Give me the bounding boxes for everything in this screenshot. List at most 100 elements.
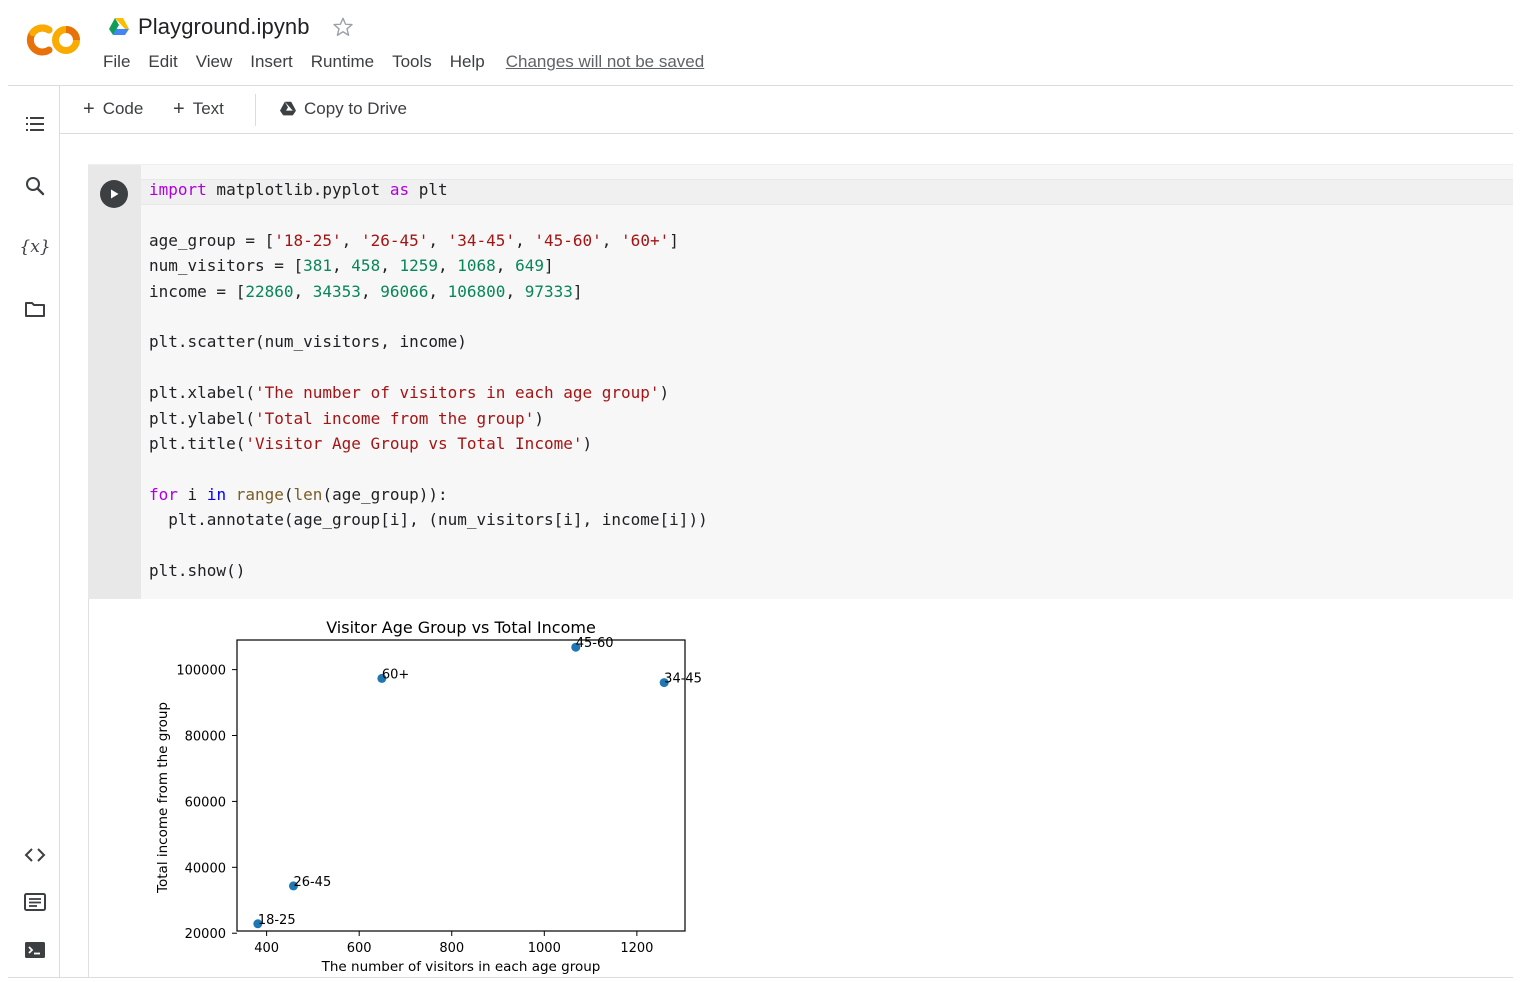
menu-help[interactable]: Help xyxy=(450,52,485,72)
code-line[interactable]: import matplotlib.pyplot as plt xyxy=(149,179,448,201)
code-token: plt.xlabel( xyxy=(149,383,255,403)
x-tick-label: 1000 xyxy=(528,941,561,956)
header: Playground.ipynb File Edit View Insert R… xyxy=(0,0,1520,86)
table-of-contents-icon[interactable] xyxy=(20,109,50,139)
code-token: 96066 xyxy=(380,281,429,301)
code-token: ] xyxy=(572,281,583,301)
code-token: '45-60' xyxy=(534,230,602,250)
menu-view[interactable]: View xyxy=(196,52,233,72)
code-line[interactable]: plt.show() xyxy=(149,560,245,582)
code-token: len xyxy=(293,484,323,504)
code-token: plt xyxy=(409,180,448,199)
code-token: , xyxy=(360,281,381,301)
star-outline-icon[interactable] xyxy=(332,16,354,38)
code-token: 34353 xyxy=(312,281,361,301)
cell-output: Visitor Age Group vs Total Income 400 600 8… xyxy=(88,599,1513,977)
point-annotation: 18-25 xyxy=(258,913,296,928)
add-text-cell-button[interactable]: + Text xyxy=(173,96,224,122)
point-annotation: 26-45 xyxy=(293,875,331,890)
menu-file[interactable]: File xyxy=(103,52,130,72)
code-token: range xyxy=(235,484,284,504)
code-token: 106800 xyxy=(447,281,506,301)
code-snippets-icon[interactable] xyxy=(20,840,50,870)
code-line[interactable]: plt.title('Visitor Age Group vs Total In… xyxy=(149,433,592,455)
code-line[interactable]: plt.xlabel('The number of visitors in ea… xyxy=(149,382,669,404)
code-token: 'The number of visitors in each age grou… xyxy=(254,383,660,403)
code-token: 1259 xyxy=(399,256,438,276)
doc-title-row: Playground.ipynb xyxy=(108,12,354,42)
code-token: plt.title( xyxy=(149,434,246,453)
code-token: as xyxy=(389,180,410,199)
y-axis-label: Total income from the group xyxy=(155,702,171,894)
cell-gutter xyxy=(88,165,141,600)
code-token: income = [ xyxy=(149,281,246,301)
variables-icon[interactable]: {x} xyxy=(19,232,50,262)
code-token: , xyxy=(601,230,622,250)
x-tick-label: 400 xyxy=(254,941,279,956)
point-annotation: 60+ xyxy=(382,667,409,682)
code-token: , xyxy=(515,230,535,250)
code-token: ( xyxy=(283,484,294,504)
y-tick-label: 80000 xyxy=(185,730,226,745)
terminal-icon[interactable] xyxy=(20,935,50,965)
code-token: , xyxy=(428,281,448,301)
code-line[interactable]: income = [22860, 34353, 96066, 106800, 9… xyxy=(149,281,583,303)
code-token: i xyxy=(177,484,207,504)
menu-insert[interactable]: Insert xyxy=(250,52,293,72)
colab-logo[interactable] xyxy=(22,18,86,62)
code-token: plt.show() xyxy=(149,561,246,580)
code-token: ) xyxy=(582,434,593,453)
files-icon[interactable] xyxy=(20,294,50,324)
code-token: import xyxy=(149,180,207,199)
code-token: 'Visitor Age Group vs Total Income' xyxy=(245,434,583,453)
code-token: 22860 xyxy=(245,281,294,301)
code-token: 381 xyxy=(303,256,333,276)
x-tick-label: 600 xyxy=(347,941,372,956)
code-line[interactable]: num_visitors = [381, 458, 1259, 1068, 64… xyxy=(149,255,554,277)
add-code-cell-button[interactable]: + Code xyxy=(83,96,143,122)
code-token: 97333 xyxy=(524,281,573,301)
code-cell[interactable]: import matplotlib.pyplot as plt age_group… xyxy=(88,164,1513,600)
copy-to-drive-label: Copy to Drive xyxy=(304,99,407,118)
code-token: 458 xyxy=(351,256,381,276)
code-token: , xyxy=(341,230,361,250)
y-tick-label: 20000 xyxy=(185,927,226,942)
chart-title: Visitor Age Group vs Total Income xyxy=(326,618,596,637)
code-token: in xyxy=(206,484,227,504)
code-token: plt.ylabel( xyxy=(149,408,255,428)
changes-not-saved-link[interactable]: Changes will not be saved xyxy=(506,52,704,72)
menu-tools[interactable]: Tools xyxy=(392,52,432,72)
menu-edit[interactable]: Edit xyxy=(148,52,177,72)
code-line[interactable]: for i in range(len(age_group)): xyxy=(149,484,448,506)
plus-icon: + xyxy=(83,97,95,120)
code-token: , xyxy=(380,256,400,276)
x-tick-label: 1200 xyxy=(620,941,653,956)
copy-to-drive-button[interactable]: Copy to Drive xyxy=(279,96,407,122)
code-token: ) xyxy=(659,383,670,403)
code-token: , xyxy=(505,281,525,301)
code-token: ] xyxy=(669,230,679,250)
code-token: (age_group)): xyxy=(322,484,448,504)
point-annotation: 34-45 xyxy=(664,672,702,687)
scatter-chart: Visitor Age Group vs Total Income 400 600 8… xyxy=(155,618,702,975)
command-palette-icon[interactable] xyxy=(20,887,50,917)
menu-runtime[interactable]: Runtime xyxy=(311,52,374,72)
google-drive-icon xyxy=(109,18,129,35)
doc-title[interactable]: Playground.ipynb xyxy=(138,14,310,40)
search-icon[interactable] xyxy=(20,171,50,201)
code-line[interactable]: age_group = ['18-25', '26-45', '34-45', … xyxy=(149,230,679,252)
code-token: ) xyxy=(534,408,544,428)
code-line[interactable]: plt.ylabel('Total income from the group'… xyxy=(149,408,544,430)
run-cell-button[interactable] xyxy=(100,180,128,208)
code-token: plt.annotate(age_group[i], (num_visitors… xyxy=(149,510,708,530)
x-axis-label: The number of visitors in each age group xyxy=(321,959,601,975)
code-token: '34-45' xyxy=(447,230,516,250)
x-tick-label: 800 xyxy=(439,941,464,956)
code-line[interactable]: plt.annotate(age_group[i], (num_visitors… xyxy=(149,509,708,531)
code-token: num_visitors = [ xyxy=(149,256,304,276)
add-code-label: Code xyxy=(102,99,144,118)
code-token: 1068 xyxy=(457,256,496,276)
add-text-label: Text xyxy=(192,99,224,118)
bottom-divider xyxy=(8,977,1513,978)
code-line[interactable]: plt.scatter(num_visitors, income) xyxy=(149,331,467,353)
